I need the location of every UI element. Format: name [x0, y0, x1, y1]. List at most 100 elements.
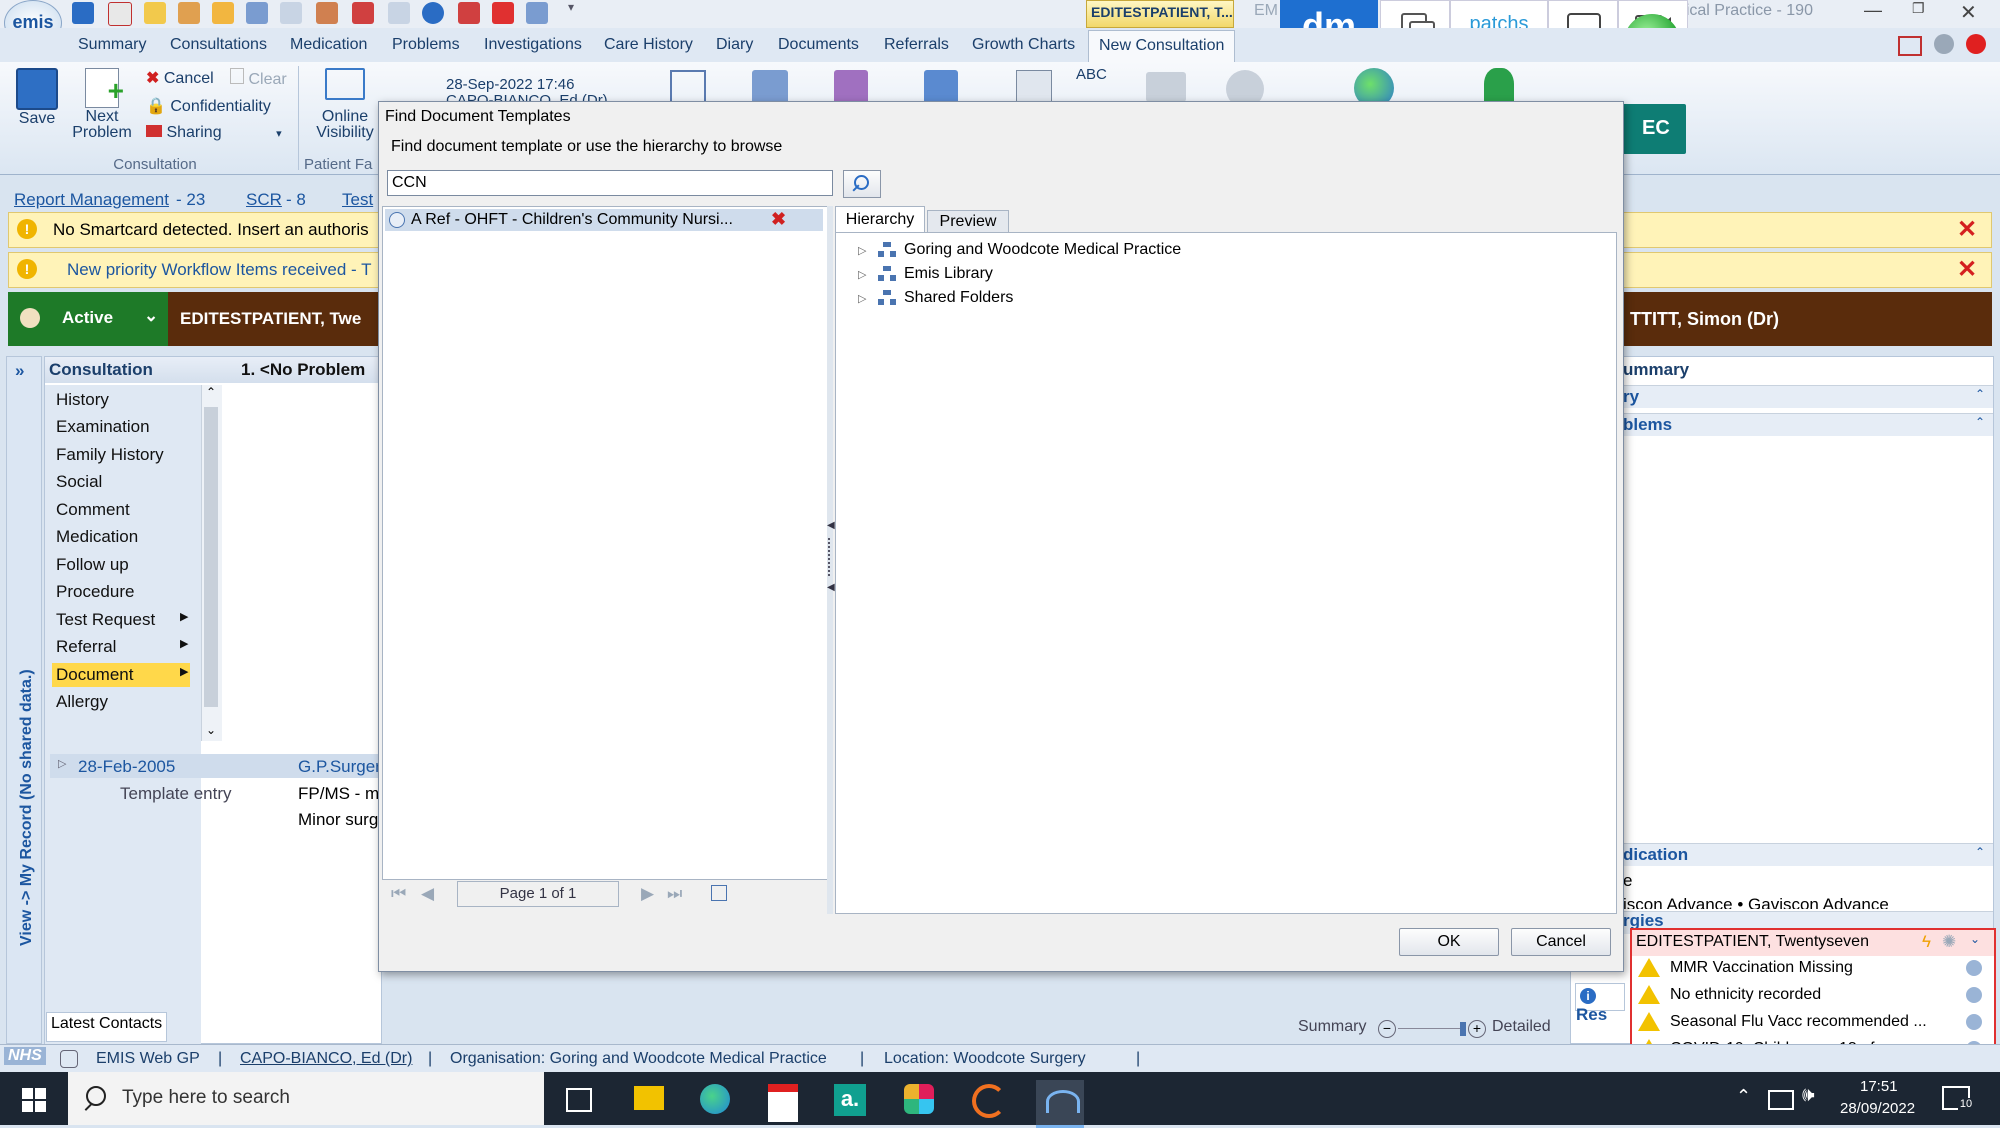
confidentiality-button[interactable]: 🔒 Confidentiality	[146, 96, 271, 116]
collapse-icon[interactable]: ⌃	[1975, 387, 1985, 401]
menu-summary[interactable]: Summary	[78, 36, 146, 54]
help-icon[interactable]	[1934, 34, 1954, 54]
patient-status-active[interactable]: Active ⌄	[8, 292, 168, 346]
nav-comment[interactable]: Comment	[56, 500, 130, 520]
windows-start-icon[interactable]	[22, 1088, 46, 1112]
menu-documents[interactable]: Documents	[778, 36, 859, 54]
nav-scrollbar[interactable]: ⌃ ⌄	[201, 385, 222, 741]
collapse-icon[interactable]: ⌃	[1975, 845, 1985, 859]
tab-hierarchy[interactable]: Hierarchy	[835, 206, 925, 233]
problems-section[interactable]: blems	[1623, 415, 1672, 435]
edit-icon[interactable]	[144, 2, 166, 24]
menu-consultations[interactable]: Consultations	[170, 36, 267, 54]
grid-icon[interactable]	[246, 2, 268, 24]
back-icon[interactable]	[72, 2, 94, 24]
next-page-icon[interactable]: ▶	[641, 884, 654, 904]
nav-referral[interactable]: Referral ▶	[56, 637, 188, 657]
scr-link[interactable]: SCR	[246, 190, 282, 210]
pen-icon[interactable]	[458, 2, 480, 24]
zoom-out-icon[interactable]: −	[1378, 1020, 1396, 1038]
summary-section[interactable]: ry	[1623, 387, 1639, 407]
restore-button[interactable]: ❐	[1912, 0, 1925, 17]
ec-button[interactable]: EC	[1642, 117, 1670, 140]
search-button[interactable]	[843, 170, 881, 198]
quick-access-dropdown-icon[interactable]: ▾	[568, 0, 574, 14]
results-tab[interactable]: iRes	[1575, 983, 1625, 1024]
latest-contacts-tab[interactable]: Latest Contacts	[46, 1012, 168, 1042]
emis-taskbar-icon[interactable]	[1036, 1080, 1084, 1128]
problem-tab[interactable]: 1. <No Problem	[241, 360, 365, 380]
alert-info-icon[interactable]	[1966, 960, 1982, 976]
prev-page-icon[interactable]: ◀	[421, 884, 434, 904]
expand-icon[interactable]: »	[15, 361, 24, 381]
medication-section[interactable]: dication	[1623, 845, 1688, 865]
menu-diary[interactable]: Diary	[716, 36, 753, 54]
menu-referrals[interactable]: Referrals	[884, 36, 949, 54]
cancel-button[interactable]: Cancel	[1511, 928, 1611, 956]
minimize-button[interactable]: —	[1864, 0, 1882, 21]
menu-growth-charts[interactable]: Growth Charts	[972, 36, 1075, 54]
nav-social[interactable]: Social	[56, 472, 102, 492]
menu-medication[interactable]: Medication	[290, 36, 367, 54]
zoom-in-icon[interactable]: +	[1468, 1020, 1486, 1038]
nav-document[interactable]: Document ▶	[56, 665, 188, 685]
nav-examination[interactable]: Examination	[56, 417, 150, 437]
template-search-input[interactable]	[387, 170, 833, 196]
alert-mmr[interactable]: MMR Vaccination Missing	[1638, 958, 1978, 977]
patient-tab[interactable]: EDITESTPATIENT, T...	[1086, 0, 1234, 28]
report-management-link[interactable]: Report Management	[14, 190, 169, 210]
menu-problems[interactable]: Problems	[392, 36, 460, 54]
expand-arrow-icon[interactable]: ▷	[858, 268, 870, 281]
loading-app-icon[interactable]	[972, 1084, 1006, 1118]
alert-flu[interactable]: Seasonal Flu Vacc recommended ...	[1638, 1012, 1978, 1031]
result-row[interactable]: A Ref - OHFT - Children's Community Nurs…	[385, 209, 823, 231]
first-page-icon[interactable]: ⏮	[391, 884, 406, 904]
logged-in-user[interactable]: CAPO-BIANCO, Ed (Dr)	[240, 1050, 412, 1068]
slack-icon[interactable]	[904, 1084, 934, 1114]
settings-icon[interactable]: ✺	[1942, 932, 1956, 952]
tree-node-shared-folders[interactable]: ▷ Shared Folders	[858, 289, 1013, 307]
pin-icon[interactable]	[492, 2, 514, 24]
taskbar-time[interactable]: 17:51	[1860, 1078, 1898, 1095]
users-icon[interactable]	[178, 2, 200, 24]
nav-family-history[interactable]: Family History	[56, 445, 164, 465]
expand-arrow-icon[interactable]: ▷	[858, 292, 870, 305]
calendar-app-icon[interactable]	[768, 1084, 798, 1122]
test-link[interactable]: Test	[342, 190, 373, 210]
remove-icon[interactable]: ✖	[771, 209, 786, 230]
a-app-icon[interactable]: a.	[834, 1084, 866, 1116]
nav-test-request[interactable]: Test Request ▶	[56, 610, 188, 630]
zoom-slider[interactable]: − +	[1378, 1020, 1486, 1038]
workflow-alert-text[interactable]: New priority Workflow Items received - T	[67, 260, 372, 280]
toolbar-restore-icon[interactable]	[1898, 36, 1922, 56]
print-icon[interactable]	[526, 2, 548, 24]
menu-care-history[interactable]: Care History	[604, 36, 693, 54]
info-icon[interactable]	[422, 2, 444, 24]
document-icon[interactable]	[280, 2, 302, 24]
online-visibility-button[interactable]: Online Visibility	[310, 68, 380, 142]
tree-node-emis-library[interactable]: ▷ Emis Library	[858, 265, 993, 283]
save-button[interactable]: Save	[12, 68, 62, 128]
consultation-date[interactable]: 28-Sep-2022 17:46	[446, 76, 574, 93]
history-entry-row[interactable]: ▷ 28-Feb-2005 G.P.Surger	[50, 754, 381, 778]
close-patient-icon[interactable]	[108, 2, 132, 26]
spellcheck-button[interactable]: ABC	[1076, 66, 1107, 83]
dismiss-smartcard-icon[interactable]: ✕	[1957, 215, 1977, 244]
patient-name[interactable]: EDITESTPATIENT, Twe	[180, 309, 361, 329]
cancel-ribbon-button[interactable]: ✖ Cancel	[146, 68, 214, 88]
nav-follow-up[interactable]: Follow up	[56, 555, 129, 575]
folder-icon[interactable]	[212, 2, 234, 24]
alert-ethnicity[interactable]: No ethnicity recorded	[1638, 985, 1978, 1004]
nav-allergy[interactable]: Allergy	[56, 692, 108, 712]
collapse-icon[interactable]: ⌃	[1975, 415, 1985, 429]
tab-preview[interactable]: Preview	[927, 210, 1009, 233]
taskbar-search[interactable]: Type here to search	[68, 1072, 544, 1125]
usual-gp[interactable]: TTITT, Simon (Dr)	[1630, 309, 1779, 330]
menu-investigations[interactable]: Investigations	[484, 36, 582, 54]
sharing-button[interactable]: Sharing ▾	[146, 124, 282, 142]
nav-medication[interactable]: Medication	[56, 527, 138, 547]
page-icon[interactable]	[388, 2, 410, 24]
alert-info-icon[interactable]	[1966, 987, 1982, 1003]
nav-procedure[interactable]: Procedure	[56, 582, 134, 602]
dismiss-workflow-icon[interactable]: ✕	[1957, 255, 1977, 284]
